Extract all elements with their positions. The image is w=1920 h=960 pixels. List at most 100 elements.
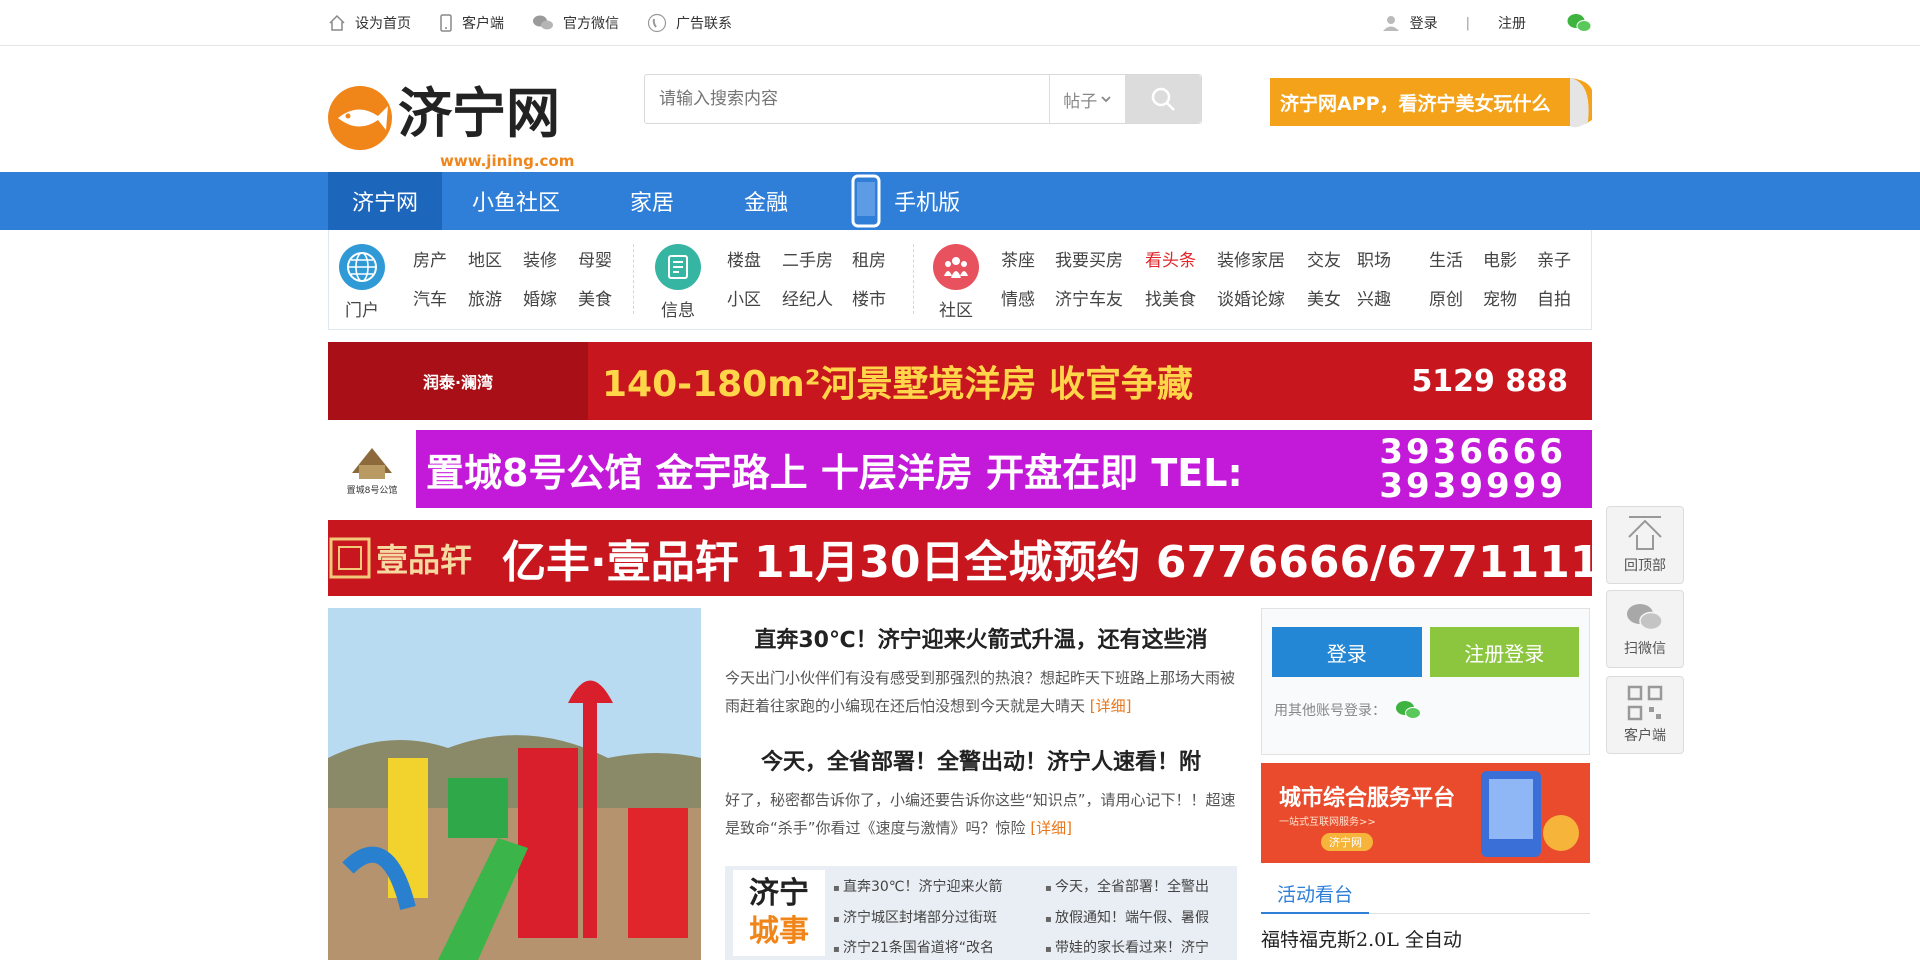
info-link[interactable]: 小区 [727,285,782,310]
activity-item[interactable]: 福特福克斯2.0L 全自动 [1261,925,1462,952]
site-logo[interactable]: 济宁网 www.jining.com [328,72,574,170]
info-link[interactable]: 租房 [852,246,907,271]
portal-link[interactable]: 装修 [523,246,578,271]
community-link[interactable]: 亲子 [1537,246,1591,271]
community-label: 社区 [939,301,973,321]
ad-banner-zhicheng[interactable]: 置城8号公馆 置城8号公馆 金宇路上 十层洋房 开盘在即 TEL: 393666… [328,430,1592,508]
city-service-ad[interactable]: 城市综合服务平台 一站式互联网服务>> 济宁网 [1261,763,1590,863]
fish-logo-icon: 济宁网 [328,81,560,150]
set-homepage-link[interactable]: 设为首页 [328,13,411,33]
search-icon [1151,87,1175,111]
community-link[interactable]: 装修家居 [1217,246,1307,271]
activity-tab[interactable]: 活动看台 [1261,880,1370,914]
set-homepage-label: 设为首页 [355,16,411,32]
community-link[interactable]: 情感 [1001,285,1055,310]
city-news-item[interactable]: 济宁城区封堵部分过街斑 [833,907,1033,927]
info-link[interactable]: 楼市 [852,285,907,310]
app-promo-banner[interactable]: 济宁网APP，看济宁美女玩什么 [1270,70,1592,136]
search-type-select[interactable]: 帖子 [1049,75,1125,123]
qr-code-icon [1627,685,1663,721]
info-link[interactable]: 楼盘 [727,246,782,271]
login-button[interactable]: 登录 [1272,627,1422,677]
community-link[interactable]: 电影 [1483,246,1537,271]
zhicheng-logo-icon [352,447,392,479]
client-link[interactable]: 客户端 [439,13,504,33]
playground-image [328,608,701,960]
nav-mobile[interactable]: 手机版 [828,172,990,230]
zhicheng-logo: 置城8号公馆 [328,430,416,508]
ad-banner-runtai[interactable]: 润泰·澜湾 140-180m²河景墅境洋房 收官争藏 5129 888 [328,342,1592,420]
register-button[interactable]: 注册登录 [1429,627,1579,677]
service-ad-subtitle: 一站式互联网服务>> [1279,815,1376,828]
portal-link[interactable]: 汽车 [413,285,468,310]
back-to-top-button[interactable]: 回顶部 [1606,506,1684,584]
client-download-label: 客户端 [1624,728,1666,744]
info-label: 信息 [661,301,695,321]
nav-finance[interactable]: 金融 [714,172,818,230]
portal-link[interactable]: 美食 [578,285,633,310]
zhicheng-headline: 置城8号公馆 金宇路上 十层洋房 开盘在即 TEL: [426,450,1243,495]
register-link[interactable]: 注册 [1498,13,1526,33]
news-more-link[interactable]: [详细] [1030,819,1072,837]
document-icon [655,244,701,290]
portal-link[interactable]: 旅游 [468,285,523,310]
city-news-item[interactable]: 带娃的家长看过来！济宁 [1045,937,1235,957]
city-news-item[interactable]: 直奔30℃！济宁迎来火箭 [833,876,1033,896]
community-link[interactable]: 职场 [1357,246,1429,271]
search-bar: 帖子 [644,74,1202,124]
community-link[interactable]: 美女 [1307,285,1357,310]
city-news-badge: 济宁 城事 [729,866,829,960]
wechat-login-icon[interactable] [1566,12,1592,34]
community-link[interactable]: 我要买房 [1055,246,1145,271]
portal-label: 门户 [345,301,379,321]
city-news-item[interactable]: 放假通知！端午假、暑假 [1045,907,1235,927]
community-link[interactable]: 找美食 [1145,285,1217,310]
wechat-login-icon[interactable] [1394,699,1422,721]
official-wechat-link[interactable]: 官方微信 [532,13,619,33]
community-link[interactable]: 兴趣 [1357,285,1429,310]
news-title[interactable]: 今天，全省部署！全警出动！济宁人速看！附 [725,744,1237,776]
portal-link[interactable]: 母婴 [578,246,633,271]
featured-photo[interactable] [328,608,701,960]
search-input[interactable] [645,75,1050,123]
phone-icon [440,14,452,32]
scan-wechat-button[interactable]: 扫微信 [1606,590,1684,668]
info-link[interactable]: 二手房 [782,246,852,271]
mobile-phone-icon [851,174,881,228]
search-type-value: 帖子 [1063,91,1098,112]
community-link[interactable]: 茶座 [1001,246,1055,271]
portal-link[interactable]: 地区 [468,246,523,271]
app-promo-text: 济宁网APP，看济宁美女玩什么 [1280,92,1551,115]
top-bar: 设为首页 客户端 官方微信 广告联系 登录 | 注册 [0,0,1920,46]
search-button[interactable] [1125,75,1201,123]
info-group: 信息 楼盘 二手房 租房 小区 经纪人 楼市 [633,230,913,329]
news-more-link[interactable]: [详细] [1090,697,1132,715]
info-link[interactable]: 经纪人 [782,285,852,310]
city-news-item[interactable]: 济宁21条国省道将“改名 [833,937,1033,957]
home-icon [329,14,345,31]
runtai-phone: 5129 888 [1411,363,1568,399]
community-link[interactable]: 宠物 [1483,285,1537,310]
ad-contact-link[interactable]: 广告联系 [647,13,732,33]
community-link[interactable]: 谈婚论嫁 [1217,285,1307,310]
portal-link[interactable]: 房产 [413,246,468,271]
nav-xiaoyu-community[interactable]: 小鱼社区 [442,172,590,230]
yipinxuan-logo [328,520,372,596]
city-news-item[interactable]: 今天，全省部署！全警出 [1045,876,1235,896]
user-icon [1382,16,1399,31]
activity-header: 活动看台 [1261,880,1590,914]
portal-link[interactable]: 婚嫁 [523,285,578,310]
login-link[interactable]: 登录 [1410,13,1438,33]
community-link[interactable]: 原创 [1429,285,1483,310]
community-link[interactable]: 济宁车友 [1055,285,1145,310]
news-title[interactable]: 直奔30℃！济宁迎来火箭式升温，还有这些消 [725,622,1237,654]
nav-home-furnishing[interactable]: 家居 [600,172,704,230]
community-link[interactable]: 自拍 [1537,285,1591,310]
ad-banner-yipinxuan[interactable]: 壹品轩 亿丰·壹品轩 11月30日全城预约 6776666/6771111 [328,520,1592,596]
header: 济宁网 www.jining.com 帖子 济宁网APP，看济宁美女玩什么 [0,46,1920,172]
community-link[interactable]: 看头条 [1145,246,1217,271]
client-download-button[interactable]: 客户端 [1606,676,1684,754]
community-link[interactable]: 生活 [1429,246,1483,271]
community-link[interactable]: 交友 [1307,246,1357,271]
nav-jining[interactable]: 济宁网 [328,172,443,230]
